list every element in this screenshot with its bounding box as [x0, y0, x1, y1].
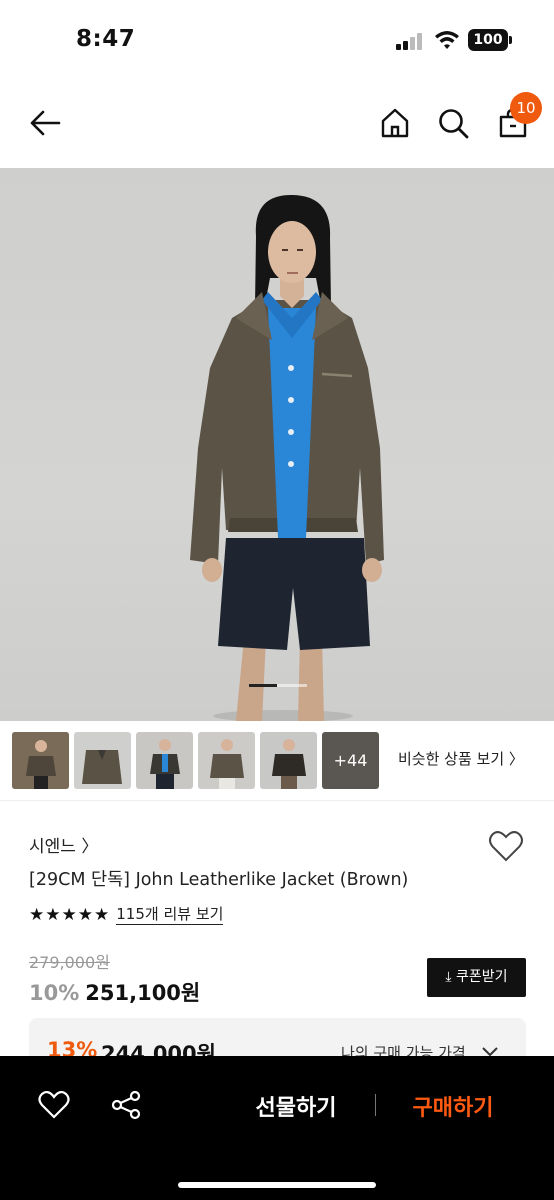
thumbnail-5[interactable]: [260, 732, 317, 789]
star-icon: ★: [94, 905, 110, 925]
sale-price: 251,100원: [85, 981, 201, 1005]
gift-button[interactable]: 선물하기: [230, 1090, 362, 1122]
share-icon[interactable]: [110, 1089, 142, 1121]
rating-row: ★ ★ ★ ★ ★ 115개 리뷰 보기: [29, 904, 224, 926]
wifi-icon: [435, 31, 459, 49]
brand-link[interactable]: 시엔느 〉: [29, 832, 98, 857]
search-icon[interactable]: [436, 106, 470, 140]
more-images-thumbnail[interactable]: +44: [322, 732, 379, 789]
original-price: 279,000원: [29, 953, 110, 972]
model-illustration: [190, 194, 384, 721]
battery-icon: 100: [468, 29, 512, 51]
divider: [375, 1094, 376, 1116]
cart-count-badge: 10: [510, 92, 542, 124]
home-icon[interactable]: [378, 106, 412, 140]
review-link[interactable]: 115개 리뷰 보기: [116, 905, 224, 925]
home-indicator: [178, 1182, 376, 1188]
thumbnail-4[interactable]: [198, 732, 255, 789]
product-title: [29CM 단독] John Leatherlike Jacket (Brown…: [29, 870, 409, 890]
cellular-signal-icon: [396, 32, 426, 50]
discount-rate: 10%: [29, 981, 80, 1005]
image-pager: [249, 684, 307, 687]
product-image[interactable]: [0, 168, 554, 721]
back-arrow-icon[interactable]: [28, 106, 62, 140]
star-icon: ★: [77, 905, 93, 925]
buy-button[interactable]: 구매하기: [390, 1090, 516, 1122]
star-icon: ★: [61, 905, 77, 925]
thumbnail-1[interactable]: [12, 732, 69, 789]
star-icon: ★: [29, 905, 45, 925]
status-bar: 8:47 100: [0, 0, 554, 80]
price-row: 10% 251,100원: [29, 977, 200, 1007]
thumbnail-3[interactable]: [136, 732, 193, 789]
top-nav: [0, 80, 554, 168]
bottom-action-bar: 선물하기 구매하기: [0, 1056, 554, 1200]
star-icon: ★: [45, 905, 61, 925]
status-time: 8:47: [76, 26, 136, 52]
thumbnail-2[interactable]: [74, 732, 131, 789]
heart-icon[interactable]: [38, 1090, 70, 1120]
wishlist-heart-icon[interactable]: [488, 829, 524, 863]
similar-products-link[interactable]: 비슷한 상품 보기 〉: [398, 748, 524, 769]
coupon-button[interactable]: ⤓ 쿠폰받기: [427, 958, 526, 997]
thumbnail-strip: +44 비슷한 상품 보기 〉: [0, 721, 554, 801]
